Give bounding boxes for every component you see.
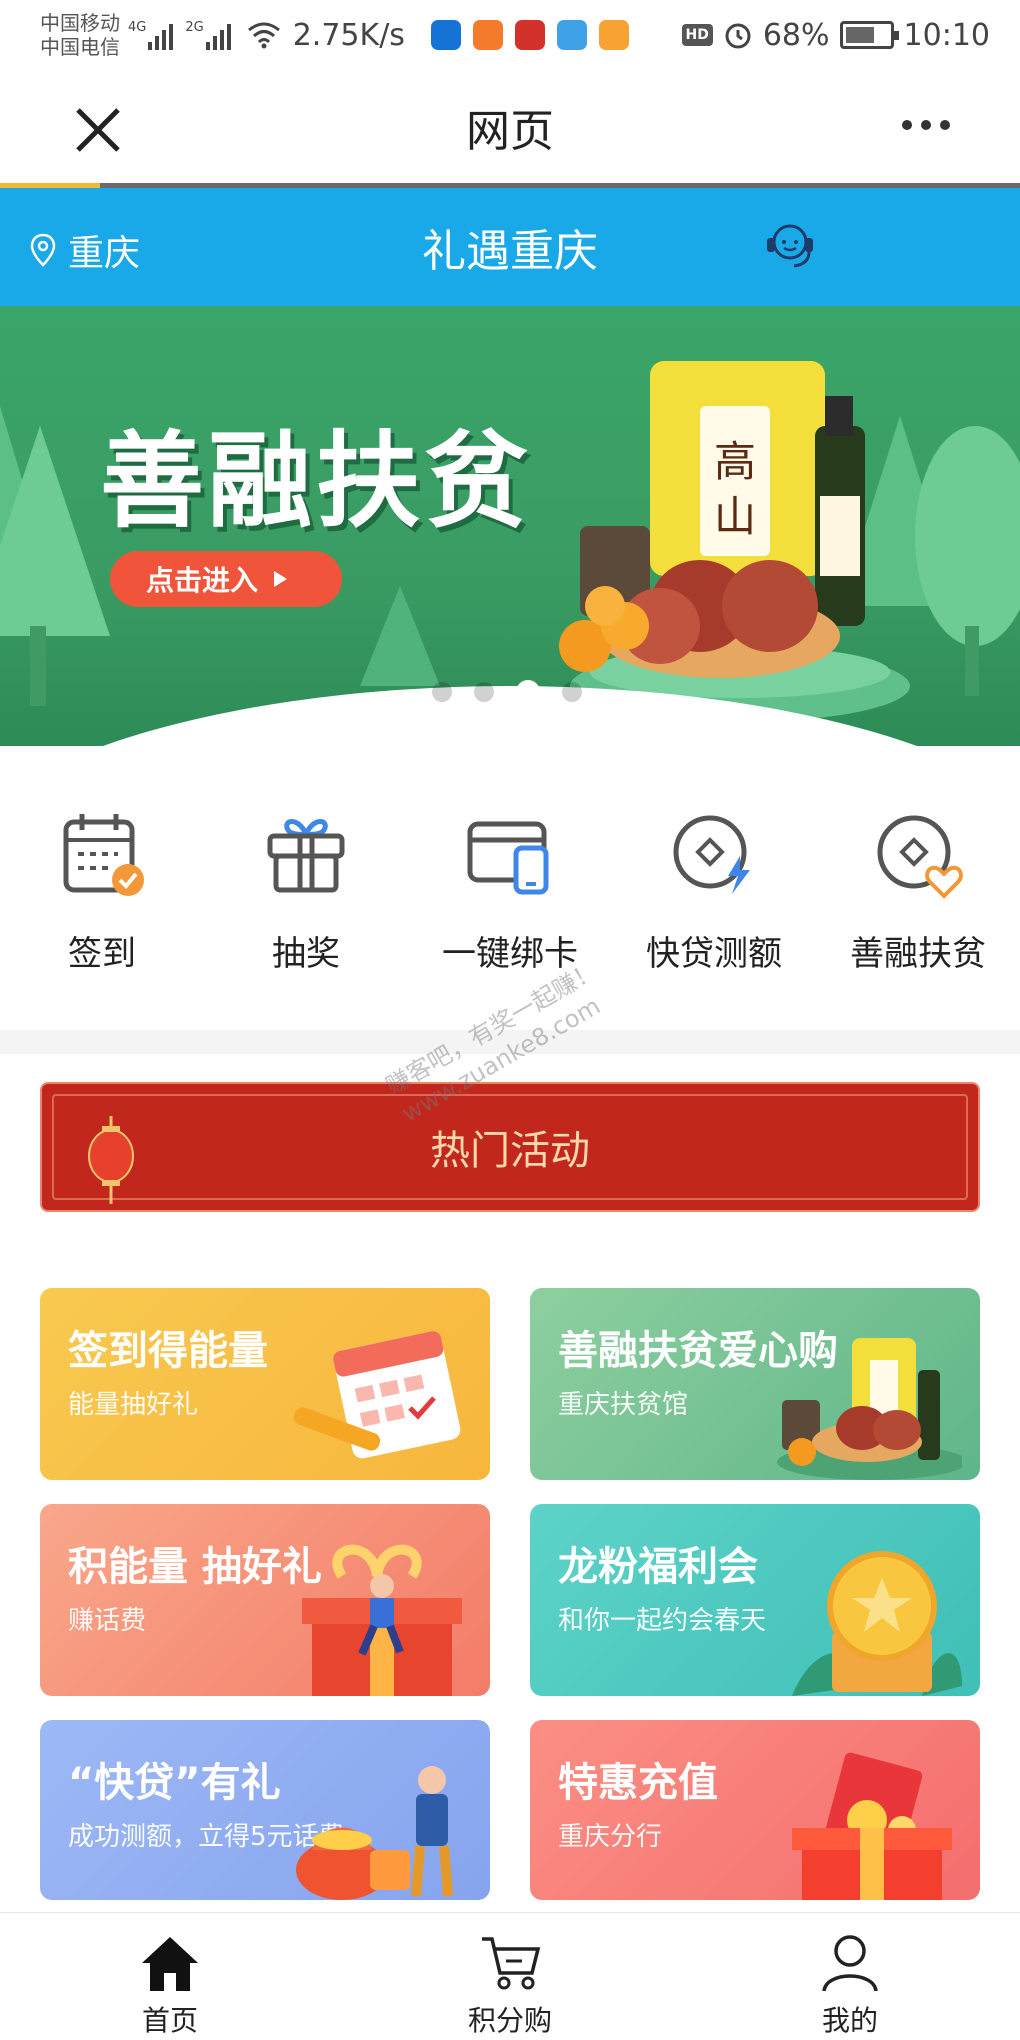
banner-enter-button[interactable]: 点击进入	[110, 551, 342, 607]
city-header-bar: 重庆 礼遇重庆	[0, 188, 1020, 306]
bottom-nav: 首页 积分购 我的	[0, 1912, 1020, 2040]
gift-icon	[267, 819, 345, 893]
close-icon[interactable]	[70, 102, 126, 158]
alarm-icon	[725, 23, 751, 49]
hot-activities-banner[interactable]: 热门活动	[40, 1082, 980, 1212]
quick-nav-loan-quota[interactable]: 快贷测额	[612, 780, 816, 1030]
user-icon	[822, 1935, 878, 1992]
activity-card-discount-recharge[interactable]: 特惠充值 重庆分行	[530, 1720, 980, 1900]
card-subtitle: 重庆扶贫馆	[558, 1390, 689, 1420]
notification-icons	[430, 20, 629, 50]
cloud-app-icon	[556, 20, 587, 50]
products-illustration	[777, 1338, 962, 1480]
svg-text:山: 山	[714, 492, 756, 541]
gold-coin-illustration	[792, 1551, 962, 1696]
bottom-nav-label: 首页	[141, 2004, 198, 2037]
hd-icon: HD	[681, 24, 713, 46]
carousel-dot[interactable]	[562, 682, 582, 702]
bottom-nav-home[interactable]: 首页	[0, 1913, 340, 2040]
quick-nav: 签到 抽奖 一键绑卡 快贷测额 善融扶贫	[0, 780, 1020, 1030]
activity-card-poverty-aid-shop[interactable]: 善融扶贫爱心购 重庆扶贫馆	[530, 1288, 980, 1480]
play-arrow-icon	[274, 571, 288, 587]
webview-header: 网页	[0, 70, 1020, 188]
card-subtitle: 能量抽好礼	[68, 1390, 199, 1420]
carousel-dot[interactable]	[432, 682, 452, 702]
svg-text:高: 高	[714, 437, 756, 486]
home-icon	[142, 1937, 198, 1991]
quick-nav-label: 善融扶贫	[850, 934, 986, 974]
carousel-dot-active[interactable]	[516, 680, 540, 704]
cart-icon	[482, 1937, 541, 1990]
carousel-dot[interactable]	[474, 682, 494, 702]
hot-activities-title: 热门活动	[430, 1128, 590, 1174]
quick-nav-lottery[interactable]: 抽奖	[204, 780, 408, 1030]
loan-quota-icon	[673, 815, 750, 894]
weibo-app-icon	[472, 20, 503, 50]
calendar-illustration	[293, 1331, 461, 1459]
activity-card-dragon-fans-welfare[interactable]: 龙粉福利会 和你一起约会春天	[530, 1504, 980, 1696]
network-type-2: 2G	[185, 20, 204, 35]
location-label: 重庆	[68, 233, 141, 274]
location-selector[interactable]: 重庆	[30, 224, 140, 276]
signal-icon	[148, 24, 174, 50]
battery-icon	[839, 21, 899, 49]
activity-card-energy-lottery[interactable]: 积能量 抽好礼 赚话费	[40, 1504, 490, 1696]
network-type-1: 4G	[128, 20, 147, 35]
quick-nav-sign-in[interactable]: 签到	[0, 780, 204, 1030]
network-speed: 2.75K/s	[292, 17, 405, 53]
status-right: HD 68% 10:10	[681, 17, 990, 53]
banner-enter-label: 点击进入	[146, 564, 259, 597]
clock: 10:10	[903, 17, 990, 53]
bottom-nav-label: 我的	[821, 2004, 878, 2037]
carousel-indicator	[432, 680, 582, 704]
network-signal: 4G 2G	[128, 20, 243, 50]
red-envelope-gift-illustration	[792, 1752, 952, 1900]
card-subtitle: 重庆分行	[558, 1822, 663, 1852]
shield-app-icon	[430, 20, 461, 50]
news-app-icon	[514, 20, 545, 50]
customer-service-icon[interactable]	[760, 218, 820, 274]
video-app-icon	[598, 20, 629, 50]
signal-icon	[205, 24, 231, 50]
banner-title: 善融扶贫	[100, 420, 533, 542]
quick-nav-label: 快贷测额	[646, 934, 782, 974]
carrier-names: 中国移动 中国电信	[40, 11, 120, 59]
poverty-aid-icon	[877, 815, 963, 899]
card-subtitle: 和你一起约会春天	[558, 1606, 767, 1636]
quick-nav-label: 签到	[68, 934, 136, 974]
activity-card-quick-loan-gift[interactable]: “快贷”有礼 成功测额，立得5元话费	[40, 1720, 490, 1900]
money-bag-illustration	[296, 1766, 453, 1900]
card-title: 龙粉福利会	[558, 1544, 758, 1590]
page-title: 网页	[466, 105, 554, 157]
bottom-nav-mine[interactable]: 我的	[680, 1913, 1020, 2040]
location-pin-icon	[30, 233, 56, 267]
card-title: 签到得能量	[68, 1328, 268, 1374]
calendar-check-icon	[63, 814, 144, 896]
more-options-icon[interactable]	[902, 120, 950, 130]
gift-box-illustration	[302, 1544, 462, 1696]
battery-percent: 68%	[762, 17, 830, 53]
carrier-2: 中国电信	[40, 35, 120, 59]
card-title: 特惠充值	[558, 1760, 718, 1806]
section-title: 礼遇重庆	[422, 226, 598, 277]
bind-card-icon	[467, 821, 549, 895]
card-title: “快贷”有礼	[68, 1760, 281, 1806]
quick-nav-poverty-aid[interactable]: 善融扶贫	[816, 780, 1020, 1030]
status-bar: 中国移动 中国电信 4G 2G 2.75K/s HD 68% 10:10	[0, 0, 1020, 70]
activity-card-sign-in-energy[interactable]: 签到得能量 能量抽好礼	[40, 1288, 490, 1480]
wifi-icon	[247, 22, 280, 49]
carrier-1: 中国移动	[40, 11, 120, 35]
lantern-icon	[88, 1116, 134, 1204]
card-subtitle: 赚话费	[68, 1606, 147, 1636]
bottom-nav-label: 积分购	[467, 2004, 552, 2037]
quick-nav-label: 一键绑卡	[442, 934, 578, 974]
quick-nav-label: 抽奖	[272, 934, 340, 974]
bottom-nav-points-shop[interactable]: 积分购	[340, 1913, 680, 2040]
